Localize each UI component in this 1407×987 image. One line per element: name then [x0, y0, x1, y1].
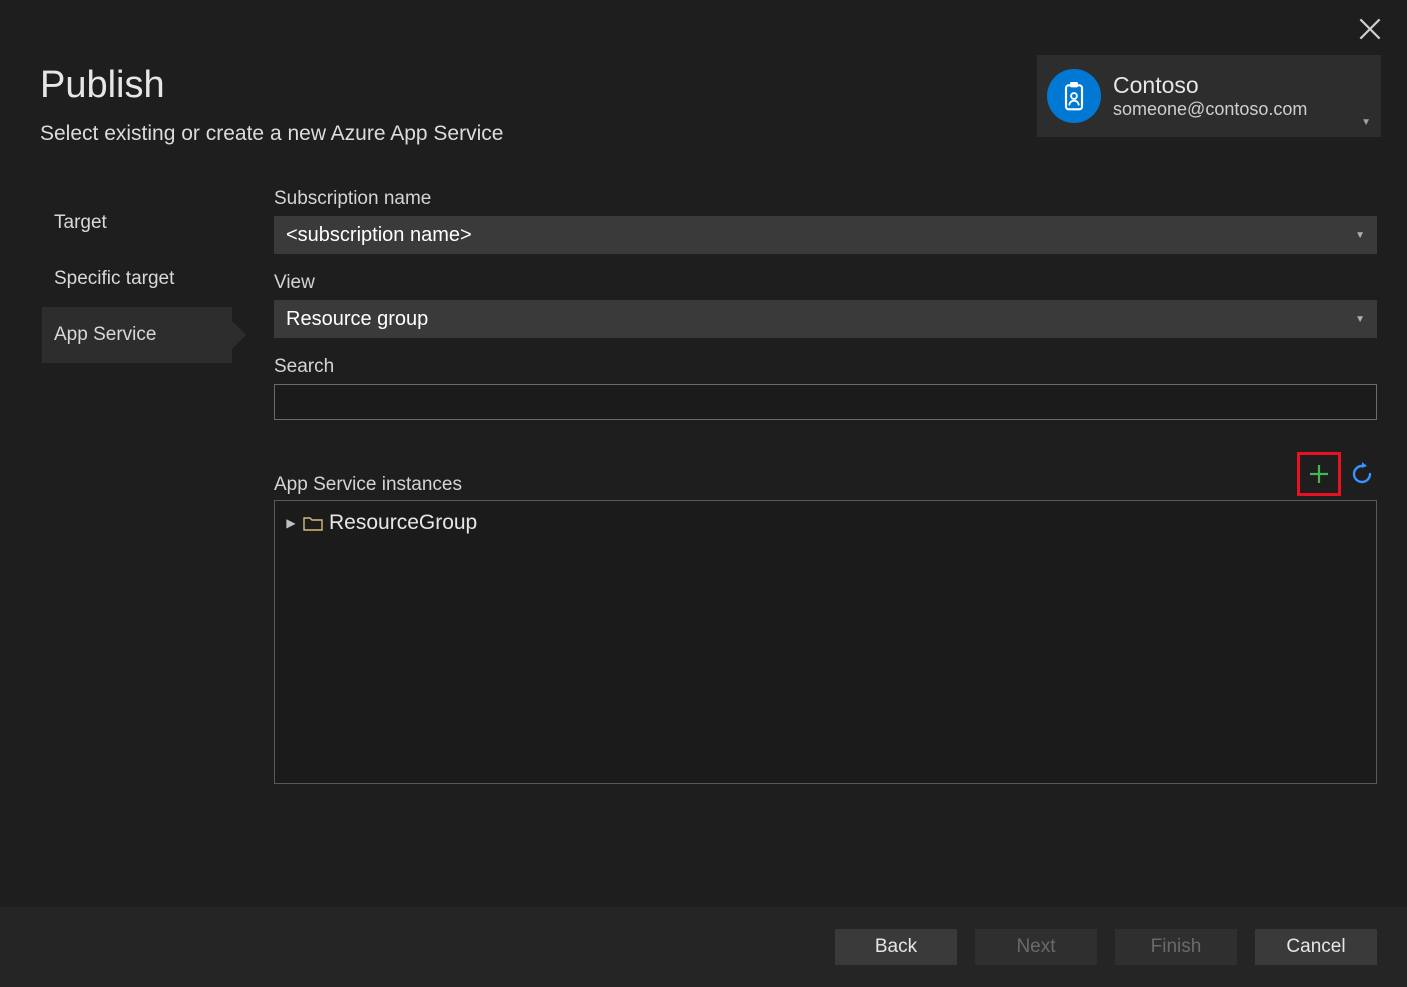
- dialog-footer: Back Next Finish Cancel: [0, 907, 1407, 987]
- instances-tree[interactable]: ▶ ResourceGroup: [274, 500, 1377, 784]
- account-avatar: [1047, 69, 1101, 123]
- add-instance-button[interactable]: [1297, 452, 1341, 496]
- close-icon: [1359, 18, 1381, 40]
- expand-icon[interactable]: ▶: [285, 516, 297, 530]
- account-email: someone@contoso.com: [1113, 99, 1307, 120]
- subscription-value: <subscription name>: [286, 224, 472, 247]
- refresh-button[interactable]: [1347, 459, 1377, 489]
- nav-item-specific-target[interactable]: Specific target: [42, 251, 232, 307]
- content-panel: Subscription name <subscription name> ▼ …: [274, 188, 1377, 784]
- tree-node-resourcegroup[interactable]: ▶ ResourceGroup: [285, 509, 1366, 537]
- finish-button: Finish: [1115, 929, 1237, 965]
- close-button[interactable]: [1359, 18, 1381, 40]
- next-button: Next: [975, 929, 1097, 965]
- account-selector[interactable]: Contoso someone@contoso.com ▼: [1037, 55, 1381, 137]
- cancel-button[interactable]: Cancel: [1255, 929, 1377, 965]
- view-label: View: [274, 272, 1377, 294]
- nav-label: Target: [54, 212, 107, 234]
- account-name: Contoso: [1113, 72, 1307, 99]
- wizard-nav: Target Specific target App Service: [42, 195, 232, 363]
- tree-node-label: ResourceGroup: [329, 511, 477, 535]
- dialog-subtitle: Select existing or create a new Azure Ap…: [40, 122, 503, 146]
- badge-icon: [1058, 80, 1090, 112]
- instances-header: App Service instances: [274, 452, 1377, 496]
- account-caret-icon: ▼: [1361, 117, 1371, 128]
- subscription-label: Subscription name: [274, 188, 1377, 210]
- search-input[interactable]: [274, 384, 1377, 420]
- nav-item-app-service[interactable]: App Service: [42, 307, 232, 363]
- view-dropdown[interactable]: Resource group ▼: [274, 300, 1377, 338]
- search-label: Search: [274, 356, 1377, 378]
- nav-label: App Service: [54, 324, 156, 346]
- subscription-dropdown[interactable]: <subscription name> ▼: [274, 216, 1377, 254]
- plus-icon: [1307, 462, 1331, 486]
- folder-icon: [303, 515, 323, 531]
- account-text: Contoso someone@contoso.com: [1113, 72, 1307, 120]
- chevron-down-icon: ▼: [1355, 314, 1365, 325]
- nav-label: Specific target: [54, 268, 174, 290]
- instances-label: App Service instances: [274, 474, 462, 496]
- back-button[interactable]: Back: [835, 929, 957, 965]
- instances-actions: [1297, 452, 1377, 496]
- view-value: Resource group: [286, 308, 428, 331]
- dialog-title: Publish: [40, 64, 165, 107]
- nav-item-target[interactable]: Target: [42, 195, 232, 251]
- publish-dialog: Publish Select existing or create a new …: [0, 0, 1407, 987]
- chevron-down-icon: ▼: [1355, 230, 1365, 241]
- refresh-icon: [1350, 462, 1374, 486]
